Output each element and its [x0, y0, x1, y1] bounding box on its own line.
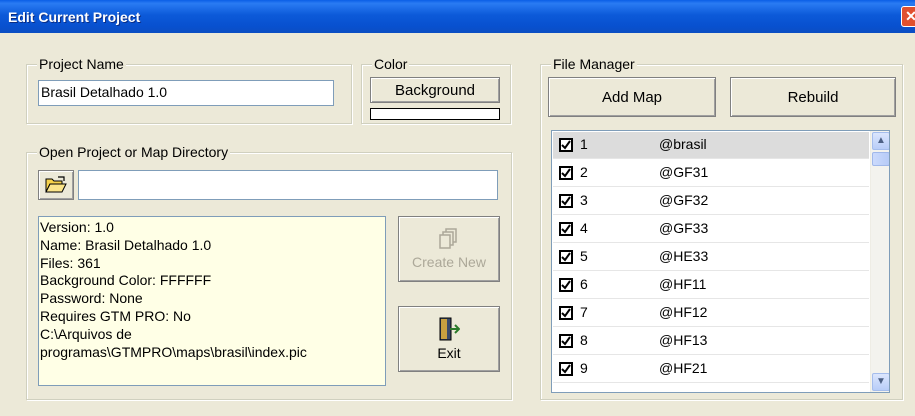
- map-name: @HF12: [659, 304, 708, 320]
- info-line: Files: 361: [40, 254, 101, 271]
- info-line: programas\GTMPRO\maps\brasil\index.pic: [40, 343, 307, 360]
- map-name: @HF21: [659, 360, 708, 376]
- create-new-label: Create New: [412, 254, 486, 270]
- info-line: Background Color: FFFFFF: [40, 272, 212, 289]
- map-number: 6: [580, 276, 588, 292]
- checkmark-icon: [561, 280, 571, 290]
- close-icon: ✕: [905, 8, 915, 24]
- enabled-checkbox[interactable]: [559, 334, 573, 348]
- add-map-button[interactable]: Add Map: [548, 77, 716, 117]
- checkmark-icon: [561, 140, 571, 150]
- map-number: 4: [580, 220, 588, 236]
- checkmark-icon: [561, 224, 571, 234]
- scroll-up-button[interactable]: ▲: [872, 132, 889, 150]
- rebuild-button[interactable]: Rebuild: [730, 77, 896, 117]
- enabled-checkbox[interactable]: [559, 138, 573, 152]
- exit-label: Exit: [437, 345, 461, 361]
- create-new-button[interactable]: Create New: [398, 216, 500, 282]
- checkmark-icon: [561, 168, 571, 178]
- project-info-box: Version: 1.0 Name: Brasil Detalhado 1.0 …: [38, 216, 386, 386]
- map-name: @HE33: [659, 248, 709, 264]
- directory-path-input[interactable]: [78, 170, 498, 200]
- checkmark-icon: [561, 308, 571, 318]
- list-item[interactable]: 2 @GF31: [553, 160, 869, 187]
- map-name: @HF13: [659, 332, 708, 348]
- list-item[interactable]: 7 @HF12: [553, 300, 869, 327]
- info-line: Password: None: [40, 290, 143, 307]
- enabled-checkbox[interactable]: [559, 222, 573, 236]
- enabled-checkbox[interactable]: [559, 250, 573, 264]
- checkmark-icon: [561, 252, 571, 262]
- background-color-swatch: [370, 108, 500, 120]
- map-name: @HF11: [659, 276, 707, 292]
- checkmark-icon: [561, 196, 571, 206]
- list-item[interactable]: 6 @HF11: [553, 272, 869, 299]
- list-item[interactable]: 1 @brasil: [553, 132, 869, 159]
- checkmark-icon: [561, 336, 571, 346]
- map-file-list[interactable]: 1 @brasil 2 @GF31 3 @GF32 4 @GF33 5 @HE33 6 @HF11 7 @…: [551, 130, 890, 393]
- create-new-icon: [439, 228, 457, 249]
- info-line: Requires GTM PRO: No: [40, 307, 191, 324]
- info-line: Version: 1.0: [40, 219, 114, 235]
- map-number: 1: [580, 136, 588, 152]
- window-title: Edit Current Project: [8, 9, 141, 25]
- open-directory-label: Open Project or Map Directory: [37, 144, 231, 160]
- list-item[interactable]: 8 @HF13: [553, 328, 869, 355]
- info-line: C:\Arquivos de: [40, 325, 132, 342]
- background-button[interactable]: Background: [370, 77, 500, 103]
- map-name: @brasil: [659, 136, 707, 152]
- map-number: 7: [580, 304, 588, 320]
- vertical-scroll-thumb[interactable]: [872, 152, 889, 166]
- map-number: 5: [580, 248, 588, 264]
- map-number: 3: [580, 192, 588, 208]
- close-button[interactable]: ✕: [901, 6, 915, 27]
- project-name-input[interactable]: Brasil Detalhado 1.0: [38, 80, 334, 106]
- enabled-checkbox[interactable]: [559, 278, 573, 292]
- list-item[interactable]: 9 @HF21: [553, 356, 869, 383]
- open-folder-icon: [45, 176, 67, 193]
- scroll-down-button[interactable]: ▼: [872, 373, 889, 391]
- info-line: Name: Brasil Detalhado 1.0: [40, 236, 212, 253]
- color-label: Color: [372, 56, 410, 72]
- enabled-checkbox[interactable]: [559, 166, 573, 180]
- map-name: @GF31: [659, 164, 709, 180]
- vertical-scrollbar[interactable]: ▲ ▼: [870, 131, 889, 392]
- list-item[interactable]: 4 @GF33: [553, 216, 869, 243]
- map-number: 2: [580, 164, 588, 180]
- exit-door-icon: [439, 317, 460, 341]
- enabled-checkbox[interactable]: [559, 362, 573, 376]
- map-name: @GF32: [659, 192, 709, 208]
- file-manager-label: File Manager: [551, 56, 637, 72]
- exit-button[interactable]: Exit: [398, 306, 500, 372]
- map-number: 8: [580, 332, 588, 348]
- enabled-checkbox[interactable]: [559, 306, 573, 320]
- list-item[interactable]: 5 @HE33: [553, 244, 869, 271]
- checkmark-icon: [561, 364, 571, 374]
- map-name: @GF33: [659, 220, 709, 236]
- enabled-checkbox[interactable]: [559, 194, 573, 208]
- list-item[interactable]: 3 @GF32: [553, 188, 869, 215]
- project-name-label: Project Name: [37, 56, 126, 72]
- map-number: 9: [580, 360, 588, 376]
- open-folder-button[interactable]: [38, 170, 74, 200]
- title-bar: Edit Current Project ✕: [0, 0, 915, 33]
